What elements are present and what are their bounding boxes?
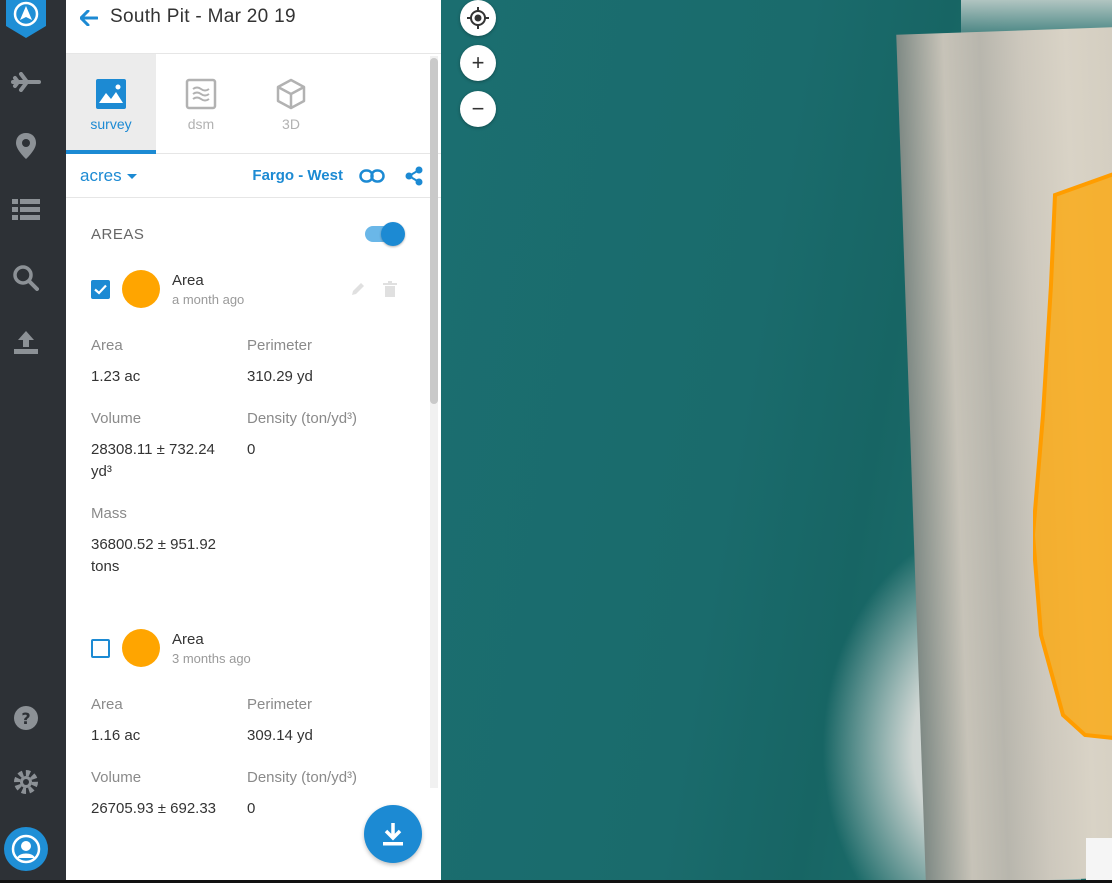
tab-3d-label: 3D xyxy=(282,116,300,132)
area-actions xyxy=(335,280,399,298)
stat-perimeter: Perimeter 310.29 yd xyxy=(247,337,397,388)
stat-area: Area 1.23 ac xyxy=(91,337,247,388)
site-link[interactable]: Fargo - West xyxy=(252,167,343,184)
panel-scrollbar[interactable] xyxy=(430,56,438,788)
units-dropdown[interactable]: acres xyxy=(80,166,137,186)
stat-value: 36800.52 ± 951.92 tons xyxy=(91,536,217,575)
area-timestamp: a month ago xyxy=(172,291,245,307)
zoom-in-button[interactable]: + xyxy=(460,45,496,81)
tab-survey[interactable]: survey xyxy=(66,54,156,154)
settings-gear-icon[interactable] xyxy=(10,766,42,798)
back-arrow-icon[interactable] xyxy=(78,7,100,29)
dsm-layers-icon xyxy=(185,78,217,110)
stat-perimeter: Perimeter 309.14 yd xyxy=(247,696,397,747)
stat-mass: Mass 36800.52 ± 951.92 tons xyxy=(91,505,247,578)
stat-area: Area 1.16 ac xyxy=(91,696,247,747)
edit-pencil-icon[interactable] xyxy=(349,280,367,298)
list-icon[interactable] xyxy=(10,194,42,226)
zoom-out-button[interactable]: − xyxy=(460,91,496,127)
area-row: Area a month ago xyxy=(91,269,403,309)
area-meta: Area a month ago xyxy=(172,272,244,307)
link-icon[interactable] xyxy=(359,163,385,189)
stat-label: Area xyxy=(91,696,123,713)
share-icon[interactable] xyxy=(401,163,427,189)
area-row: Area 3 months ago xyxy=(91,628,403,668)
area-checkbox[interactable] xyxy=(91,279,110,299)
map-attribution-corner xyxy=(1086,838,1112,880)
locate-me-button[interactable] xyxy=(460,0,496,36)
area-meta: Area 3 months ago xyxy=(172,631,251,666)
stat-volume: Volume 26705.93 ± 692.33 xyxy=(91,769,247,820)
zoom-in-label: + xyxy=(471,50,485,75)
areas-section-label: AREAS xyxy=(91,225,145,243)
tab-dsm-label: dsm xyxy=(187,116,215,132)
stat-label: Perimeter xyxy=(247,696,313,713)
caret-down-icon xyxy=(126,174,137,179)
stat-density: Density (ton/yd³) 0 xyxy=(247,410,397,483)
stat-value: 309.14 yd xyxy=(247,727,313,744)
area-stats: Area 1.23 ac Perimeter 310.29 yd Volume … xyxy=(91,337,403,578)
user-avatar-icon[interactable] xyxy=(4,827,48,871)
areas-visibility-toggle[interactable] xyxy=(365,222,405,246)
app-logo-icon[interactable] xyxy=(4,0,48,38)
stat-value: 310.29 yd xyxy=(247,368,313,385)
download-icon xyxy=(383,823,403,846)
area-timestamp: 3 months ago xyxy=(172,650,251,666)
stat-value: 26705.93 ± 692.33 xyxy=(91,800,217,817)
view-tabs: survey dsm 3D xyxy=(66,54,441,154)
area-checkbox[interactable] xyxy=(91,638,110,658)
stat-label: Volume xyxy=(91,769,142,786)
page-title: South Pit - Mar 20 19 xyxy=(110,5,296,27)
area-item: Area 3 months ago Area 1.16 ac Perimeter… xyxy=(91,628,403,820)
area-stats: Area 1.16 ac Perimeter 309.14 yd Volume … xyxy=(91,696,403,820)
area-color-swatch[interactable] xyxy=(122,270,160,308)
upload-icon[interactable] xyxy=(10,326,42,358)
stat-label: Volume xyxy=(91,410,142,427)
checkmark-icon xyxy=(94,284,107,295)
tab-survey-label: survey xyxy=(90,116,132,132)
panel-toolbar: acres Fargo - West xyxy=(66,154,441,198)
area-polygon[interactable] xyxy=(1033,165,1112,740)
location-pin-icon[interactable] xyxy=(10,130,42,162)
cube-icon xyxy=(276,78,306,110)
image-icon xyxy=(96,79,126,109)
stat-value: 0 xyxy=(247,441,256,458)
search-icon[interactable] xyxy=(10,262,42,294)
area-name: Area xyxy=(172,271,204,289)
stat-label: Density (ton/yd³) xyxy=(247,769,358,786)
stat-volume: Volume 28308.11 ± 732.24 yd³ xyxy=(91,410,247,483)
flights-plane-icon[interactable] xyxy=(10,66,42,98)
zoom-out-label: − xyxy=(471,96,485,121)
stat-label: Density (ton/yd³) xyxy=(247,410,358,427)
delete-trash-icon[interactable] xyxy=(381,280,399,298)
stat-value: 1.16 ac xyxy=(91,727,141,744)
stat-value: 1.23 ac xyxy=(91,368,141,385)
areas-list: AREAS Area a month ago Area 1.23 ac Peri… xyxy=(66,199,428,883)
tab-dsm[interactable]: dsm xyxy=(156,54,246,154)
panel-header: South Pit - Mar 20 19 xyxy=(66,0,441,54)
stat-label: Perimeter xyxy=(247,337,313,354)
nav-rail: ? xyxy=(0,0,66,883)
units-value: acres xyxy=(80,165,122,185)
area-item: Area a month ago Area 1.23 ac Perimeter … xyxy=(91,269,403,578)
stat-value: 28308.11 ± 732.24 yd³ xyxy=(91,441,215,480)
map-view[interactable]: + − xyxy=(441,0,1112,880)
help-icon[interactable]: ? xyxy=(10,702,42,734)
svg-text:?: ? xyxy=(21,709,30,728)
scrollbar-thumb[interactable] xyxy=(430,58,438,404)
stat-label: Area xyxy=(91,337,123,354)
areas-section-header: AREAS xyxy=(91,199,405,269)
crosshair-icon xyxy=(467,7,489,29)
area-name: Area xyxy=(172,630,204,648)
stat-label: Mass xyxy=(91,505,127,522)
area-color-swatch[interactable] xyxy=(122,629,160,667)
toggle-knob xyxy=(381,222,405,246)
tab-3d[interactable]: 3D xyxy=(246,54,336,154)
download-button[interactable] xyxy=(364,805,422,863)
survey-panel: South Pit - Mar 20 19 survey dsm 3D acre… xyxy=(66,0,441,883)
